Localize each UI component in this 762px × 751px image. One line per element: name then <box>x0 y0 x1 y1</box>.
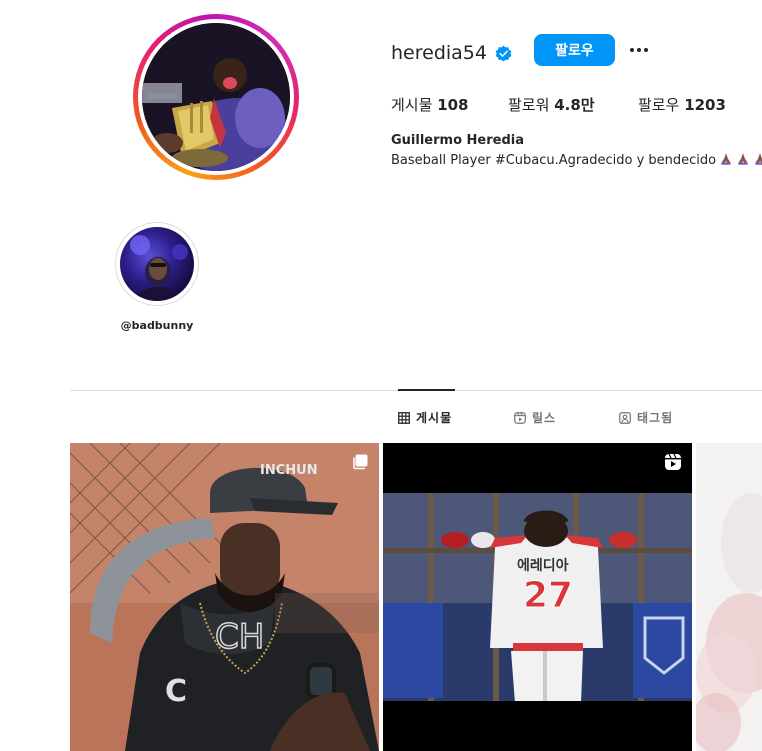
svg-text:CH: CH <box>215 617 264 657</box>
full-name: Guillermo Heredia <box>391 133 524 148</box>
highlight-label[interactable]: @badbunny <box>115 319 199 332</box>
highlight-image <box>130 235 188 301</box>
post-thumbnail[interactable]: INCHUN CH C <box>70 443 379 751</box>
username: heredia54 <box>391 42 487 64</box>
followers-count[interactable]: 팔로워 4.8만 <box>508 94 595 115</box>
highlight-cover <box>120 227 194 301</box>
tab-posts[interactable]: 게시물 <box>398 409 452 426</box>
grid-icon <box>398 411 410 424</box>
dot <box>637 48 641 52</box>
post-image: INCHUN CH C <box>70 443 379 751</box>
carousel-icon <box>353 454 368 470</box>
post-image: 에레디아 27 <box>383 443 692 751</box>
follow-button[interactable]: 팔로우 <box>534 34 615 66</box>
story-highlight[interactable] <box>115 222 199 306</box>
username-row: heredia54 <box>391 38 513 68</box>
active-tab-indicator <box>398 389 455 391</box>
post-image <box>696 443 762 751</box>
bio-text: Baseball Player #Cubacu.Agradecido y ben… <box>391 153 717 168</box>
tab-reels[interactable]: 릴스 <box>514 409 556 426</box>
post-thumbnail[interactable]: 에레디아 27 <box>383 443 692 751</box>
tab-tagged-label: 태그됨 <box>637 411 674 425</box>
jersey-number: 27 <box>523 575 573 616</box>
dot <box>630 48 634 52</box>
following-label: 팔로우 <box>638 96 680 114</box>
tab-tagged[interactable]: 태그됨 <box>619 409 673 426</box>
avatar-photo-image <box>142 23 290 171</box>
post-thumbnail[interactable] <box>696 443 762 751</box>
jersey-name: 에레디아 <box>517 557 569 574</box>
reels-icon <box>514 411 526 424</box>
verified-badge-icon <box>495 45 512 62</box>
bio: Baseball Player #Cubacu.Agradecido y ben… <box>391 152 762 168</box>
profile-avatar[interactable] <box>142 23 290 171</box>
profile-avatar-ring[interactable] <box>133 14 299 180</box>
followers-label: 팔로워 <box>508 96 550 114</box>
more-options-icon[interactable] <box>627 38 651 62</box>
posts-count: 게시물 108 <box>391 94 469 115</box>
praying-hands-icon <box>755 153 762 165</box>
praying-hands-icon <box>721 153 731 165</box>
posts-value: 108 <box>437 96 469 114</box>
following-count[interactable]: 팔로우 1203 <box>638 94 726 115</box>
following-value: 1203 <box>684 96 726 114</box>
posts-label: 게시물 <box>391 96 433 114</box>
reels-icon <box>665 453 681 470</box>
tab-posts-label: 게시물 <box>416 411 453 425</box>
tagged-icon <box>619 411 631 424</box>
cap-text: INCHUN <box>260 463 318 478</box>
avatar-border <box>138 19 294 175</box>
svg-text:C: C <box>165 674 187 709</box>
praying-hands-icon <box>738 153 748 165</box>
dot <box>644 48 648 52</box>
followers-value: 4.8만 <box>554 96 595 114</box>
tab-reels-label: 릴스 <box>532 411 557 425</box>
